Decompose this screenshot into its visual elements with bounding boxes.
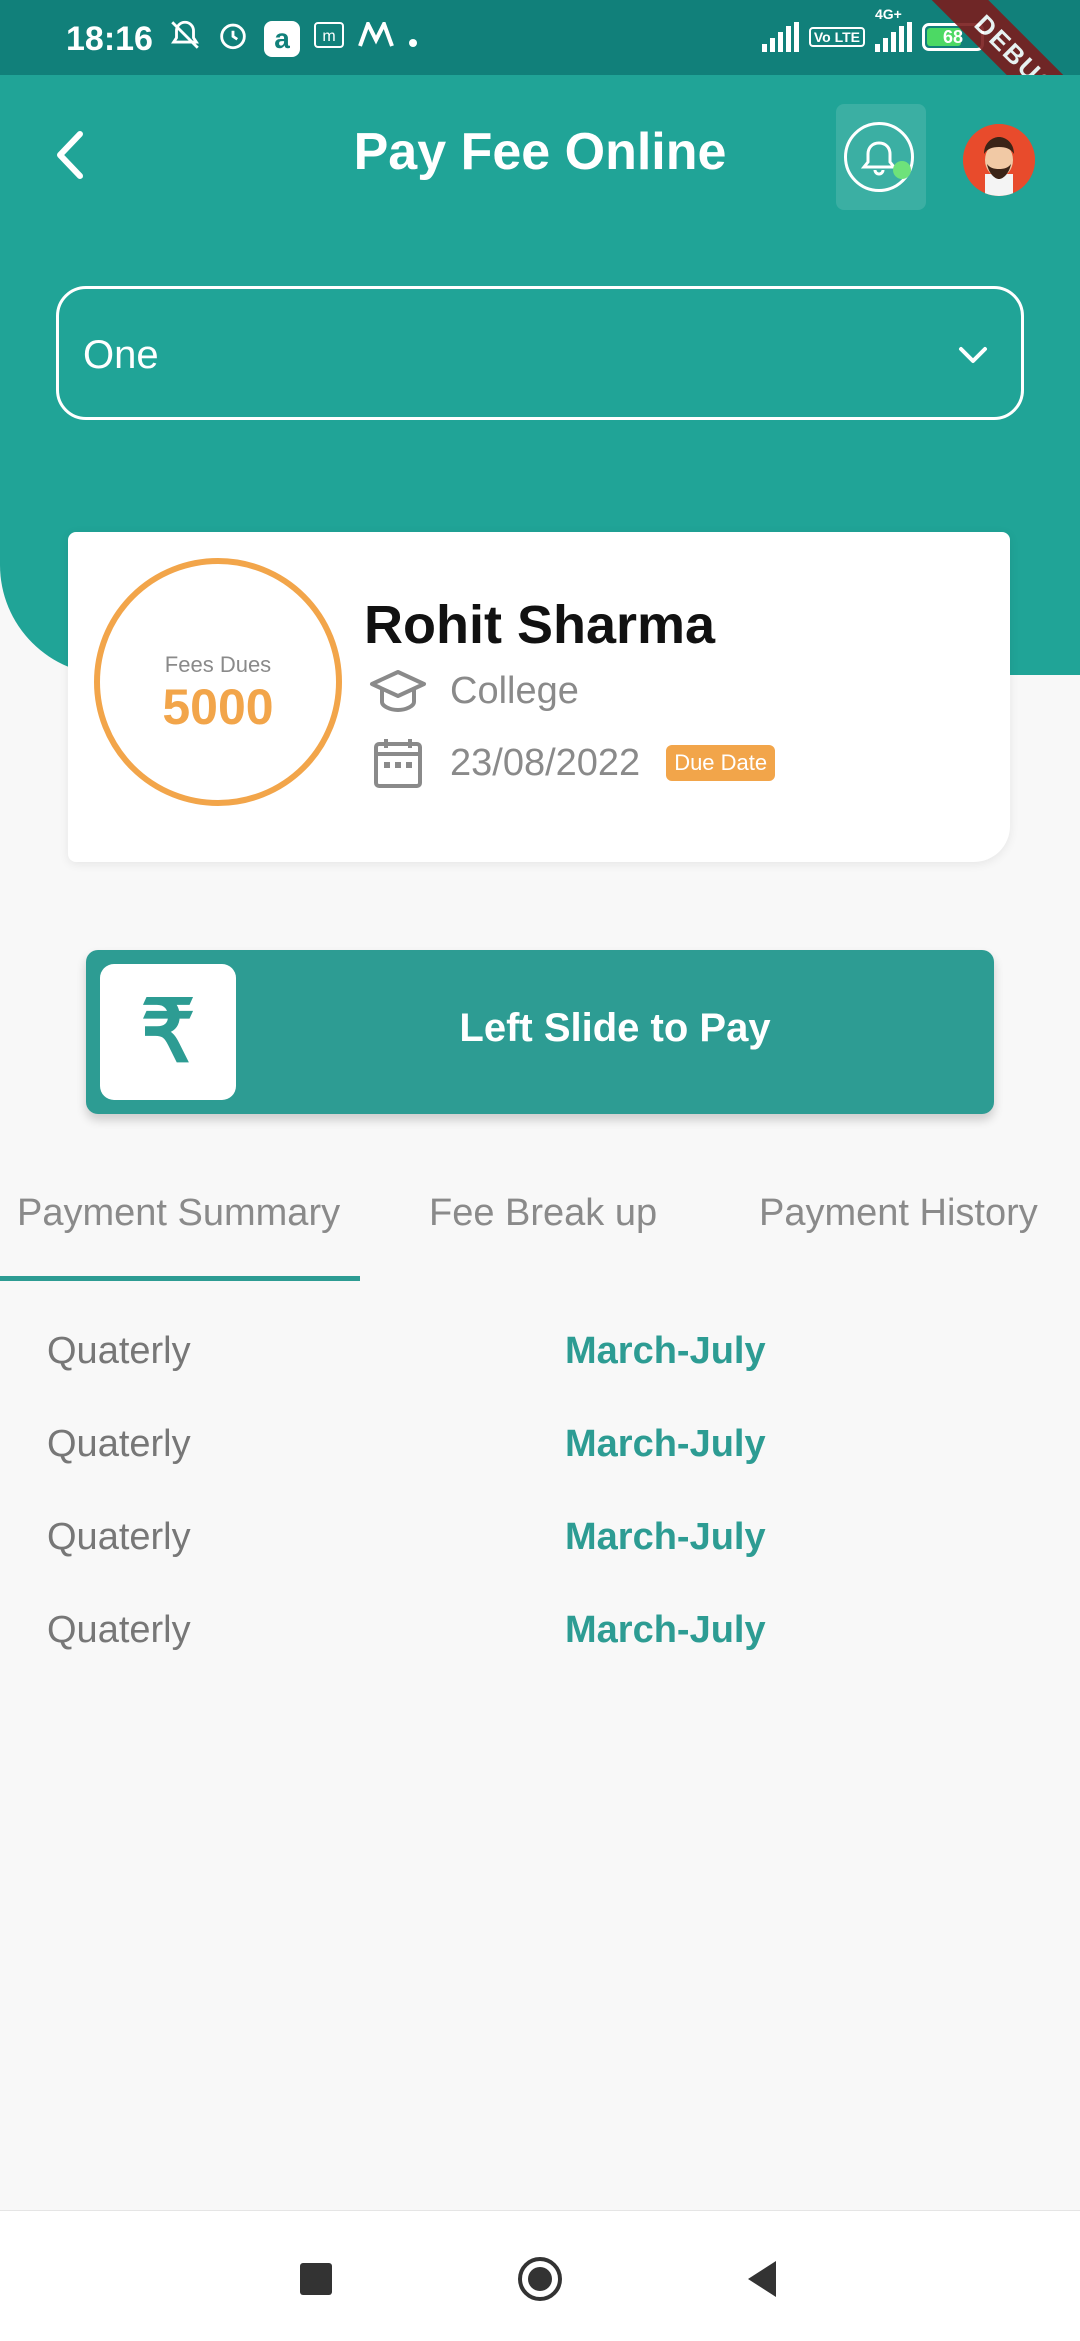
status-time: 18:16 [66,20,153,58]
student-name: Rohit Sharma [364,595,716,655]
recents-square-icon[interactable] [292,2255,340,2303]
signal-4g-icon: 4G+ [875,6,912,52]
list-item: Quaterly March-July [0,1330,1080,1400]
payment-type: Quaterly [47,1423,191,1465]
due-date-value: 23/08/2022 [450,741,641,784]
back-arrow-icon [57,131,83,179]
app-a-icon: a [264,21,300,57]
alarm-icon [216,18,250,60]
volte-icon: Vo LTE [808,27,865,47]
fees-dues-ring: Fees Dues 5000 [94,558,342,806]
slide-to-pay[interactable]: ₹ Left Slide to Pay [86,950,994,1114]
tab-payment-history[interactable]: Payment History [759,1192,1038,1235]
avatar-image [963,124,1035,196]
network-label: 4G+ [875,6,902,22]
svg-text:m: m [322,28,335,45]
mute-icon [168,18,202,60]
payment-period: March-July [565,1609,766,1651]
payment-period: March-July [565,1423,766,1465]
notification-button[interactable] [836,104,926,210]
fees-dues-label: Fees Dues [164,652,272,677]
page-title: Pay Fee Online [353,123,727,181]
bell-icon [860,141,898,176]
user-avatar[interactable] [963,124,1035,196]
chevron-down-icon [959,347,987,363]
list-item: Quaterly March-July [0,1609,1080,1679]
payment-type: Quaterly [47,1609,191,1651]
calendar-icon [374,739,422,788]
status-bar: 18:16 a m Vo LTE 4G+ 68 [0,0,1080,75]
payment-tabs: Payment Summary Fee Break up Payment His… [0,1180,1080,1284]
student-info-card: Fees Dues 5000 Rohit Sharma College 23/0… [68,532,1010,862]
institution-row: College [368,666,579,716]
active-tab-indicator [0,1276,360,1281]
fees-dues-amount: 5000 [162,679,274,735]
list-item: Quaterly March-July [0,1423,1080,1493]
status-notification-icons: a m [168,18,418,60]
system-nav-bar [0,2210,1080,2341]
slide-to-pay-label: Left Slide to Pay [459,1006,771,1050]
more-dot-icon [408,22,418,56]
app-myntra-icon [358,18,394,56]
payment-type: Quaterly [47,1516,191,1558]
due-date-row: 23/08/2022 Due Date [368,738,776,788]
notification-ring [844,122,914,192]
payment-type: Quaterly [47,1330,191,1372]
signal-icon [761,22,799,52]
institution-label: College [450,669,579,712]
graduation-cap-icon [370,670,426,713]
back-triangle-icon[interactable] [740,2255,788,2303]
tab-payment-summary[interactable]: Payment Summary [17,1192,340,1235]
due-date-badge: Due Date [666,745,776,781]
notification-dot [893,161,911,179]
dropdown-value: One [83,333,159,377]
payment-period: March-July [565,1330,766,1372]
status-system-icons: Vo LTE 4G+ 68 [761,6,984,52]
list-item: Quaterly March-July [0,1516,1080,1586]
back-button[interactable] [38,120,108,190]
tab-fee-breakup[interactable]: Fee Break up [429,1192,657,1235]
app-m-icon: m [314,22,344,56]
payment-period: March-July [565,1516,766,1558]
home-circle-icon[interactable] [516,2255,564,2303]
rupee-slider-knob[interactable]: ₹ [100,964,236,1100]
class-select-dropdown[interactable]: One [56,286,1024,420]
